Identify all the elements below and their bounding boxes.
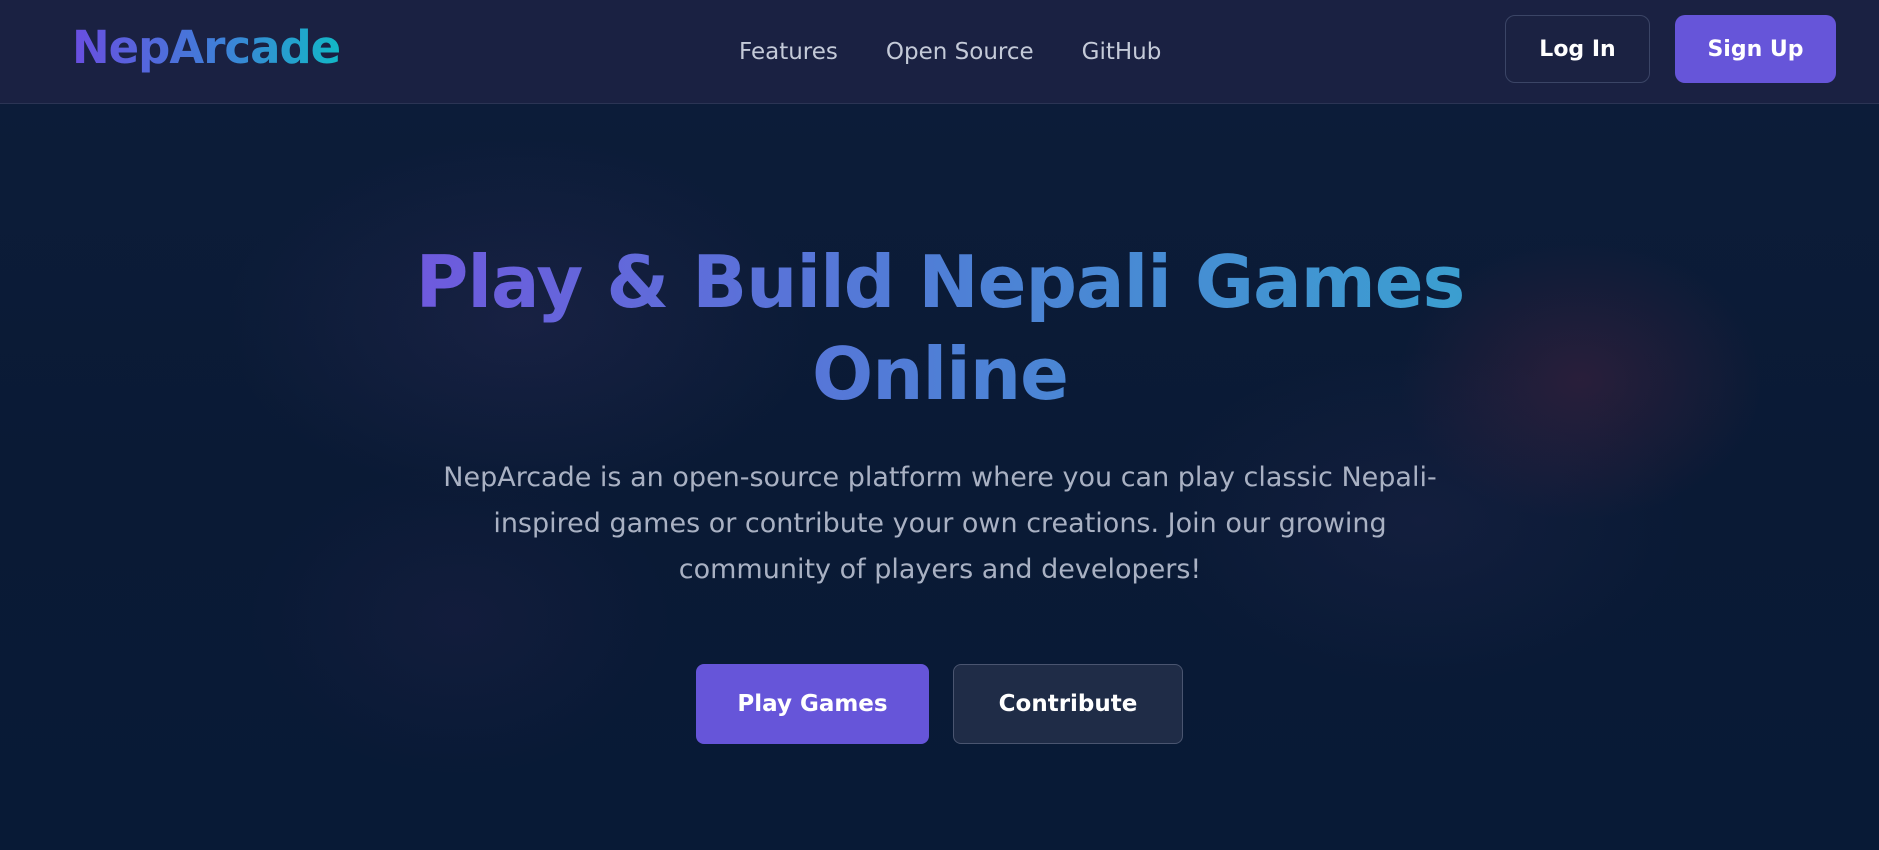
play-games-button[interactable]: Play Games <box>696 664 929 744</box>
signup-button[interactable]: Sign Up <box>1675 15 1836 83</box>
nav-link-features[interactable]: Features <box>739 39 838 65</box>
top-navbar: NepArcade Features Open Source GitHub Lo… <box>0 0 1879 104</box>
contribute-button[interactable]: Contribute <box>953 664 1183 744</box>
nav-link-github[interactable]: GitHub <box>1082 39 1162 65</box>
main-nav: Features Open Source GitHub <box>739 0 1161 104</box>
login-button[interactable]: Log In <box>1505 15 1650 83</box>
site-logo[interactable]: NepArcade <box>72 18 341 78</box>
nav-link-open-source[interactable]: Open Source <box>886 39 1034 65</box>
landing-page: NepArcade Features Open Source GitHub Lo… <box>0 0 1879 850</box>
hero-title: Play & Build Nepali Games Online <box>390 236 1490 420</box>
hero-description: NepArcade is an open-source platform whe… <box>443 462 1437 585</box>
